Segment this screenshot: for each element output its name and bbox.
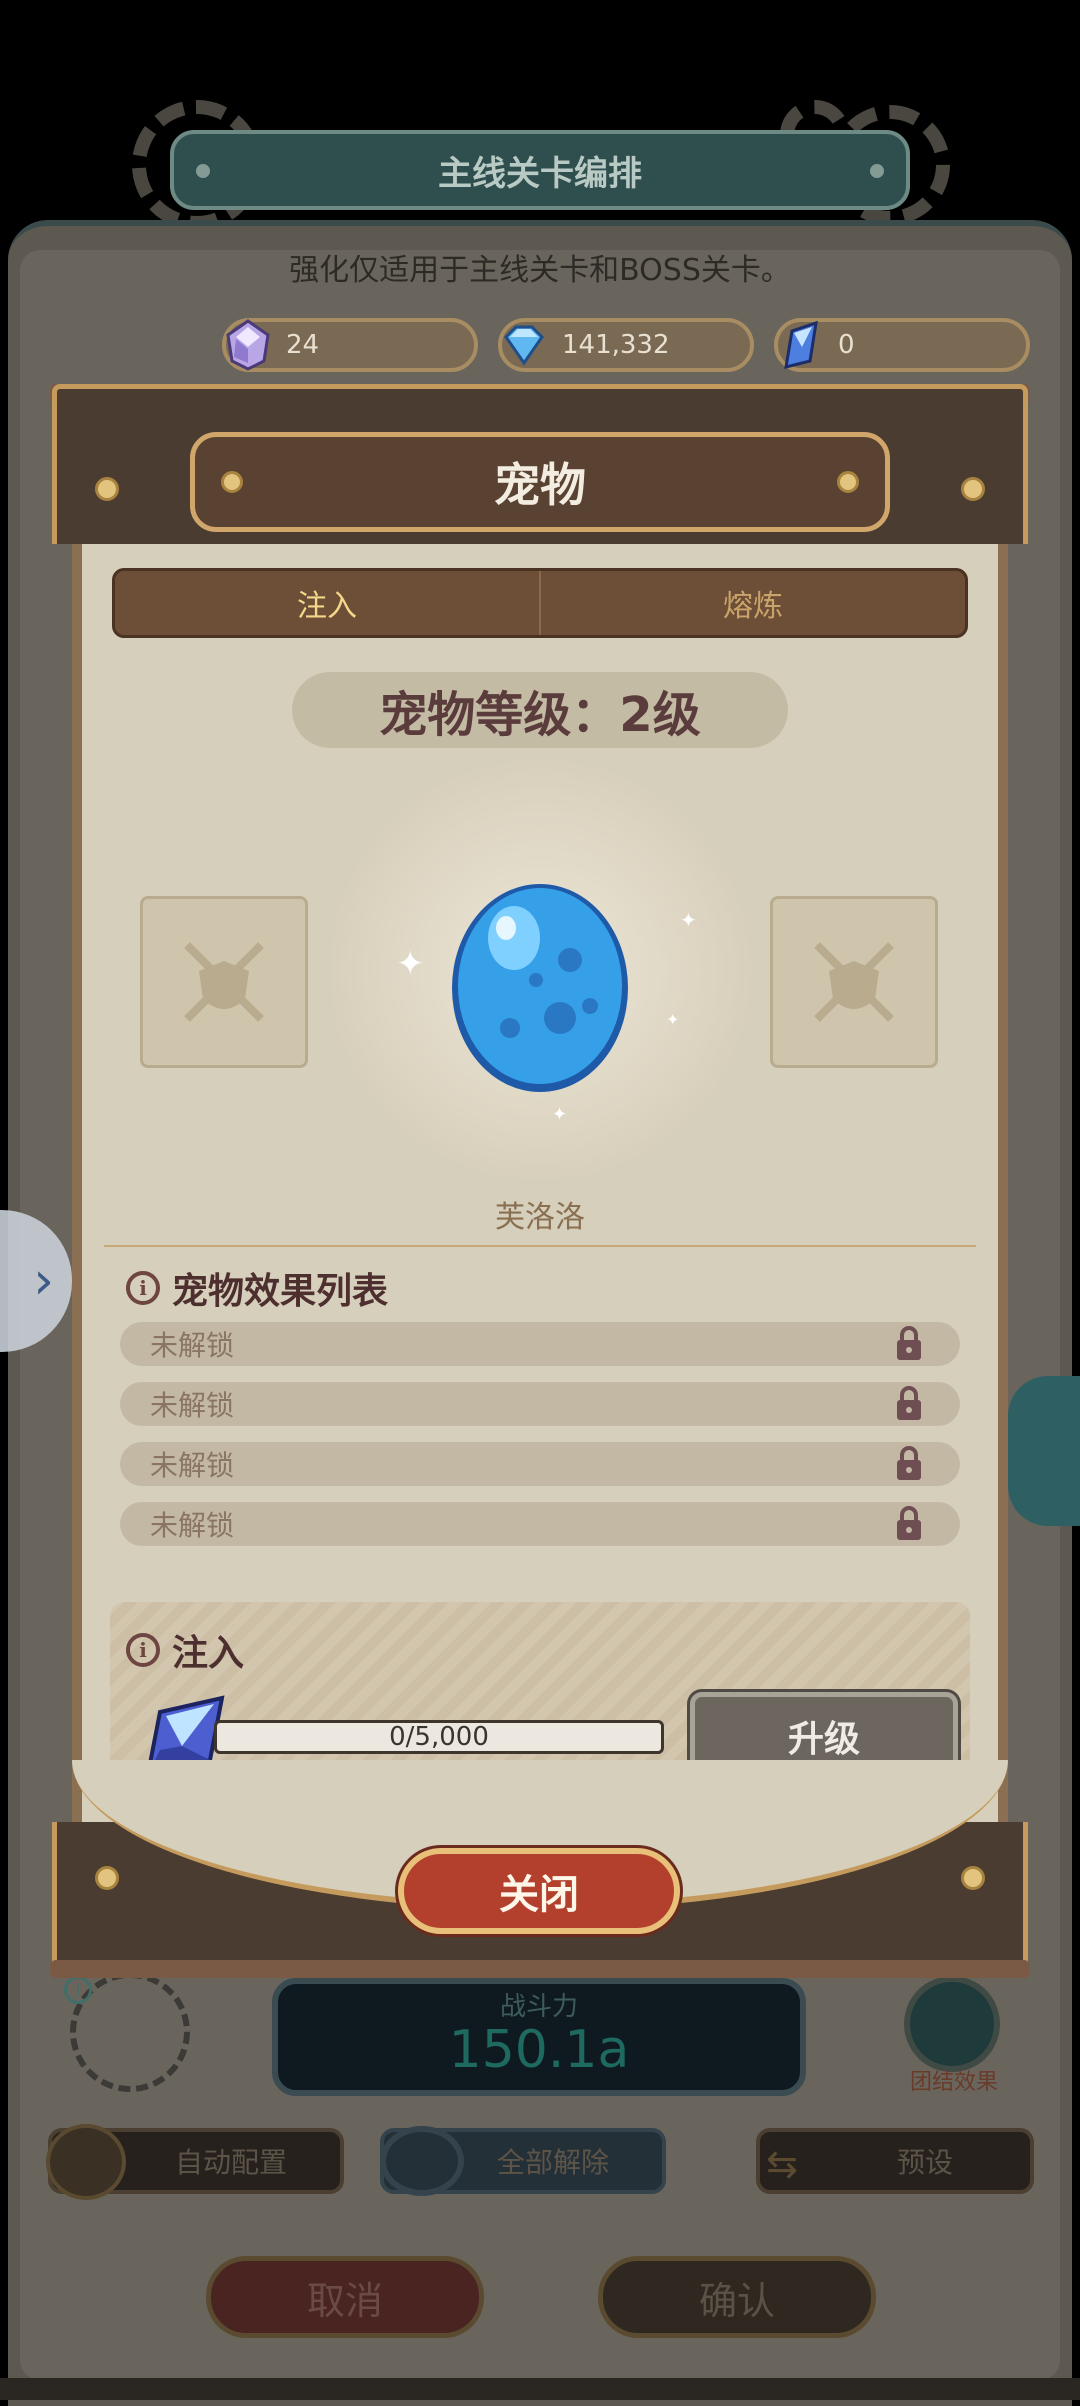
sparkle-icon: ✦ bbox=[680, 908, 697, 932]
inject-progress-text: 0/5,000 bbox=[389, 1722, 489, 1752]
rivet bbox=[95, 1866, 119, 1890]
upgrade-label: 升级 bbox=[787, 1719, 860, 1760]
pet-modal-title-plate: 宠物 bbox=[190, 432, 890, 532]
preset-button[interactable]: ⇆ 预设 bbox=[756, 2128, 1034, 2194]
purple-crystal-icon bbox=[226, 319, 270, 371]
effect-row: 未解锁 bbox=[120, 1442, 960, 1486]
sparkle-icon: ✦ bbox=[552, 1104, 568, 1125]
banner-stud bbox=[870, 164, 884, 178]
info-icon[interactable]: i bbox=[126, 1271, 160, 1305]
tab-inject[interactable]: 注入 bbox=[115, 571, 541, 635]
remove-all-label: 全部解除 bbox=[496, 2146, 609, 2179]
currency-value: 141,332 bbox=[562, 330, 670, 360]
creature-sprite-peek bbox=[1008, 1376, 1080, 1526]
inject-progress-bar: 0/5,000 bbox=[214, 1720, 664, 1754]
combat-power-value: 150.1a bbox=[448, 2020, 630, 2080]
effect-row: 未解锁 bbox=[120, 1502, 960, 1546]
remove-all-button[interactable]: 全部解除 bbox=[380, 2126, 666, 2196]
tab-smelt-label: 熔炼 bbox=[723, 589, 783, 624]
sparkle-icon: ✦ bbox=[666, 1010, 680, 1029]
effect-row-label: 未解锁 bbox=[150, 1329, 235, 1362]
inject-section-header: i 注入 bbox=[126, 1624, 244, 1676]
tab-inject-label: 注入 bbox=[297, 589, 357, 624]
pet-modal-title: 宠物 bbox=[494, 458, 586, 512]
blue-shard-icon bbox=[784, 320, 818, 370]
effects-section-header: i 宠物效果列表 bbox=[126, 1262, 388, 1314]
info-icon[interactable]: i bbox=[64, 1976, 92, 2004]
pet-level-badge: 宠物等级：2级 bbox=[292, 672, 788, 748]
pet-tabs: 注入 熔炼 bbox=[112, 568, 968, 638]
section-divider bbox=[104, 1245, 976, 1247]
lock-icon bbox=[897, 1446, 921, 1480]
page-subtitle: 强化仅适用于主线关卡和BOSS关卡。 bbox=[289, 253, 791, 288]
effects-section-title: 宠物效果列表 bbox=[172, 1271, 389, 1312]
equip-slot-left[interactable] bbox=[140, 896, 308, 1068]
bottom-strip bbox=[0, 2378, 1080, 2400]
pet-level-text: 宠物等级：2级 bbox=[379, 687, 701, 743]
crossed-swords-shield-icon bbox=[814, 942, 894, 1022]
effect-row: 未解锁 bbox=[120, 1322, 960, 1366]
effect-row-label: 未解锁 bbox=[150, 1509, 235, 1542]
inject-section-title: 注入 bbox=[172, 1633, 245, 1674]
gear-icon bbox=[46, 2124, 126, 2200]
rivet bbox=[95, 477, 119, 501]
currency-value: 24 bbox=[286, 330, 320, 360]
effect-row-label: 未解锁 bbox=[150, 1389, 235, 1422]
currency-pill-crystal: 24 bbox=[222, 318, 478, 372]
tab-smelt[interactable]: 熔炼 bbox=[541, 571, 965, 635]
page-title-banner: 主线关卡编排 bbox=[170, 130, 910, 210]
close-button[interactable]: 关闭 bbox=[398, 1848, 680, 1934]
crossed-swords-shield-icon bbox=[184, 942, 264, 1022]
cancel-button[interactable]: 取消 bbox=[206, 2256, 484, 2338]
swap-arrows-icon: ⇆ bbox=[766, 2142, 798, 2186]
pet-egg-icon bbox=[452, 884, 628, 1092]
info-icon[interactable]: i bbox=[126, 1633, 160, 1667]
combat-power-label: 战斗力 bbox=[499, 1992, 578, 2022]
currency-pill-shard: 0 bbox=[774, 318, 1030, 372]
auto-config-label: 自动配置 bbox=[174, 2146, 287, 2179]
lock-icon bbox=[897, 1386, 921, 1420]
effect-row-label: 未解锁 bbox=[150, 1449, 235, 1482]
rivet bbox=[837, 471, 859, 493]
equip-slot-right[interactable] bbox=[770, 896, 938, 1068]
preset-label: 预设 bbox=[896, 2146, 953, 2179]
currency-pill-diamond: 141,332 bbox=[498, 318, 754, 372]
sparkle-icon: ✦ bbox=[396, 944, 425, 984]
close-label: 关闭 bbox=[499, 1872, 579, 1918]
team-effect-icon[interactable] bbox=[904, 1976, 1000, 2072]
lock-icon bbox=[897, 1506, 921, 1540]
chevron-right-icon: › bbox=[33, 1251, 54, 1311]
rivet bbox=[961, 1866, 985, 1890]
cancel-label: 取消 bbox=[306, 2278, 383, 2323]
team-effect-label: 团结效果 bbox=[909, 2070, 998, 2095]
chain-link-icon bbox=[380, 2126, 464, 2196]
page-title: 主线关卡编排 bbox=[438, 153, 642, 194]
lock-icon bbox=[897, 1326, 921, 1360]
banner-stud bbox=[196, 164, 210, 178]
currency-value: 0 bbox=[838, 330, 855, 360]
pet-name: 芙洛洛 bbox=[495, 1200, 585, 1235]
confirm-button[interactable]: 确认 bbox=[598, 2256, 876, 2338]
rivet bbox=[961, 477, 985, 501]
effect-row: 未解锁 bbox=[120, 1382, 960, 1426]
confirm-label: 确认 bbox=[698, 2278, 775, 2323]
blue-diamond-icon bbox=[504, 325, 544, 366]
rivet bbox=[221, 471, 243, 493]
auto-config-button[interactable]: 自动配置 bbox=[46, 2124, 344, 2200]
modal-bottom-rim bbox=[50, 1960, 1030, 1978]
